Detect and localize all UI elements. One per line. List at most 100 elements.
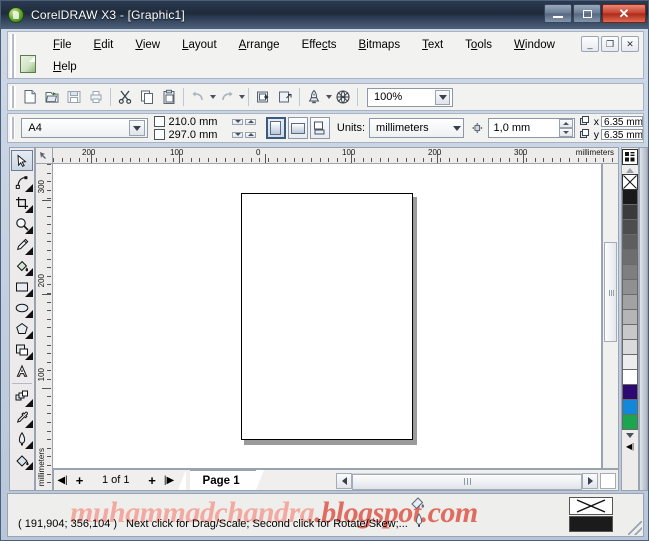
flyout-arrow-icon[interactable] bbox=[25, 205, 33, 213]
page-height-stepper[interactable] bbox=[232, 131, 244, 138]
outline-swatch[interactable] bbox=[569, 516, 613, 532]
palette-swatch[interactable] bbox=[622, 204, 638, 220]
palette-scroll-rail[interactable] bbox=[639, 147, 648, 491]
menu-item-effects[interactable]: Effects bbox=[291, 36, 348, 54]
crop-tool[interactable] bbox=[11, 192, 33, 213]
fill-tool[interactable] bbox=[11, 449, 33, 470]
last-page-icon[interactable]: |▶ bbox=[161, 471, 178, 489]
property-bar-drag-handle[interactable] bbox=[10, 117, 16, 139]
basic-shapes-tool[interactable] bbox=[11, 339, 33, 360]
apply-to-all-pages-button[interactable] bbox=[309, 117, 330, 139]
zoom-tool[interactable] bbox=[11, 213, 33, 234]
rectangle-tool[interactable] bbox=[11, 276, 33, 297]
flyout-arrow-icon[interactable] bbox=[25, 441, 33, 449]
printer-icon[interactable] bbox=[85, 86, 107, 108]
canvas-horizontal-scrollbar[interactable] bbox=[336, 472, 616, 490]
palette-swatch[interactable] bbox=[622, 219, 638, 235]
menu-item-edit[interactable]: Edit bbox=[83, 36, 125, 54]
flyout-arrow-icon[interactable] bbox=[25, 268, 33, 276]
menu-drag-handle[interactable] bbox=[10, 34, 16, 78]
menu-item-view[interactable]: View bbox=[124, 36, 171, 54]
page-width-stepper[interactable] bbox=[232, 118, 244, 125]
outline-tool[interactable] bbox=[11, 428, 33, 449]
palette-swatch[interactable] bbox=[622, 369, 638, 385]
flyout-arrow-icon[interactable] bbox=[25, 247, 33, 255]
page-height-stepper-up[interactable] bbox=[245, 131, 257, 138]
maximize-icon[interactable] bbox=[573, 4, 601, 23]
chevron-down-icon[interactable] bbox=[129, 120, 146, 136]
menu-item-bitmaps[interactable]: Bitmaps bbox=[348, 36, 412, 54]
polygon-tool[interactable] bbox=[11, 318, 33, 339]
open-folder-icon[interactable] bbox=[41, 86, 63, 108]
palette-swatch[interactable] bbox=[622, 354, 638, 370]
page-width-stepper-up[interactable] bbox=[245, 118, 257, 125]
flyout-arrow-icon[interactable] bbox=[25, 399, 33, 407]
scissors-icon[interactable] bbox=[114, 86, 136, 108]
palette-swatch[interactable] bbox=[622, 189, 638, 205]
palette-swatch[interactable] bbox=[622, 264, 638, 280]
new-document-icon[interactable] bbox=[19, 86, 41, 108]
vertical-scrollbar-thumb[interactable] bbox=[604, 242, 617, 342]
drawing-canvas[interactable] bbox=[53, 164, 602, 469]
flyout-arrow-icon[interactable] bbox=[25, 226, 33, 234]
menu-item-text[interactable]: Text bbox=[411, 36, 454, 54]
chevron-down-icon[interactable] bbox=[435, 89, 450, 105]
palette-swatch[interactable] bbox=[622, 324, 638, 340]
minimize-icon[interactable] bbox=[544, 4, 572, 23]
copy-icon[interactable] bbox=[136, 86, 158, 108]
flyout-arrow-icon[interactable] bbox=[25, 462, 33, 470]
palette-swatch[interactable] bbox=[622, 279, 638, 295]
palette-swatch[interactable] bbox=[622, 384, 638, 400]
units-combo[interactable]: millimeters bbox=[369, 118, 464, 138]
undo-arrow-icon[interactable] bbox=[187, 86, 209, 108]
paper-type-combo[interactable]: A4 bbox=[21, 118, 149, 138]
horizontal-scrollbar-thumb[interactable] bbox=[352, 473, 582, 490]
flyout-arrow-icon[interactable] bbox=[25, 420, 33, 428]
palette-swatch[interactable] bbox=[622, 339, 638, 355]
stepper-down-icon[interactable] bbox=[232, 131, 244, 138]
duplicate-y-value[interactable]: 6.35 mm bbox=[601, 129, 644, 140]
flyout-arrow-icon[interactable] bbox=[25, 184, 33, 192]
text-tool[interactable] bbox=[11, 360, 33, 381]
drawing-page[interactable] bbox=[241, 193, 413, 440]
orientation-portrait-button[interactable] bbox=[265, 117, 286, 139]
export-icon[interactable] bbox=[274, 86, 296, 108]
vertical-ruler[interactable]: 300 200 100 millimeters bbox=[35, 164, 53, 491]
scroll-to-start-icon[interactable]: ◀| bbox=[623, 440, 637, 452]
first-page-icon[interactable]: ◀| bbox=[54, 471, 71, 489]
palette-swatch[interactable] bbox=[622, 414, 638, 430]
orientation-landscape-button[interactable] bbox=[287, 117, 308, 139]
palette-swatch[interactable] bbox=[622, 249, 638, 265]
stepper-up-icon[interactable] bbox=[558, 119, 573, 128]
menu-item-file[interactable]: FFileile bbox=[42, 36, 83, 54]
stepper-down-icon[interactable] bbox=[232, 118, 244, 125]
ruler-origin-icon[interactable] bbox=[35, 147, 53, 164]
horizontal-scrollbar-track[interactable] bbox=[352, 472, 582, 490]
palette-swatch[interactable] bbox=[622, 399, 638, 415]
ellipse-tool[interactable] bbox=[11, 297, 33, 318]
scroll-down-arrow-icon[interactable] bbox=[623, 430, 637, 440]
maximize-icon[interactable]: ❐ bbox=[601, 36, 619, 52]
blend-tool[interactable] bbox=[11, 386, 33, 407]
globe-web-icon[interactable] bbox=[332, 86, 354, 108]
canvas-vertical-scrollbar[interactable] bbox=[602, 164, 619, 469]
freehand-tool[interactable] bbox=[11, 234, 33, 255]
zoom-level-combo[interactable]: 100% bbox=[367, 87, 453, 107]
redo-arrow-icon[interactable] bbox=[216, 86, 238, 108]
page-height-value[interactable]: 297.0 mm bbox=[168, 129, 230, 141]
add-page-after-icon[interactable]: + bbox=[144, 471, 161, 489]
flyout-arrow-icon[interactable] bbox=[25, 352, 33, 360]
flyout-arrow-icon[interactable] bbox=[25, 310, 33, 318]
scroll-left-arrow-icon[interactable] bbox=[336, 472, 352, 489]
flyout-arrow-icon[interactable] bbox=[25, 289, 33, 297]
palette-swatch[interactable] bbox=[622, 309, 638, 325]
close-icon[interactable]: ✕ bbox=[602, 4, 646, 23]
chevron-down-icon[interactable] bbox=[452, 125, 461, 131]
menu-item-window[interactable]: Window bbox=[503, 36, 566, 54]
import-icon[interactable] bbox=[252, 86, 274, 108]
save-disk-icon[interactable] bbox=[63, 86, 85, 108]
no-color-x-icon[interactable] bbox=[622, 174, 638, 190]
stepper-up-icon[interactable] bbox=[245, 118, 257, 125]
smart-fill-tool[interactable] bbox=[11, 255, 33, 276]
shape-tool[interactable] bbox=[11, 171, 33, 192]
